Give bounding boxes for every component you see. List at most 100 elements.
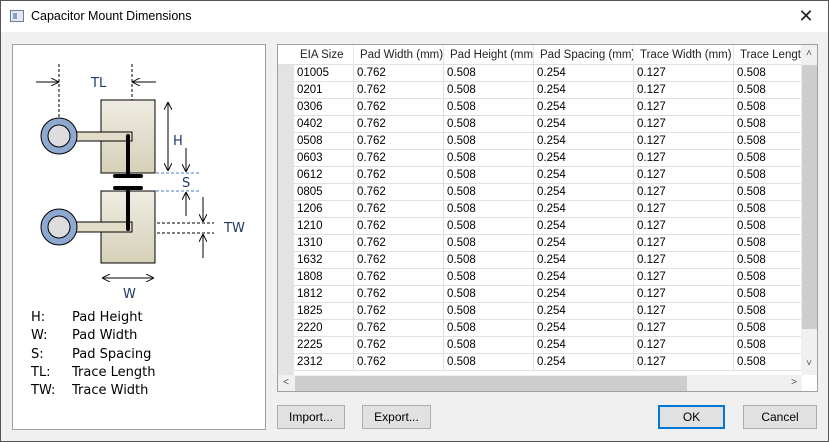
table-cell[interactable]: 0.762 <box>354 252 444 269</box>
column-header[interactable]: Pad Height (mm) <box>444 45 534 65</box>
table-cell[interactable]: 0.254 <box>534 320 634 337</box>
table-row[interactable]: 1825 0.762 0.508 0.254 0.127 0.508 <box>294 303 814 320</box>
table-cell[interactable]: 0.127 <box>634 235 734 252</box>
table-cell[interactable]: 1808 <box>294 269 354 286</box>
table-row[interactable]: 2220 0.762 0.508 0.254 0.127 0.508 <box>294 320 814 337</box>
table-cell[interactable]: 0.254 <box>534 286 634 303</box>
table-cell[interactable]: 0.762 <box>354 184 444 201</box>
table-row[interactable]: 1310 0.762 0.508 0.254 0.127 0.508 <box>294 235 814 252</box>
table-cell[interactable]: 1825 <box>294 303 354 320</box>
scroll-up-icon[interactable]: ˄ <box>801 48 817 59</box>
table-cell[interactable]: 0.127 <box>634 133 734 150</box>
table-cell[interactable]: 0.127 <box>634 337 734 354</box>
table-cell[interactable]: 0.127 <box>634 82 734 99</box>
table-cell[interactable]: 0.254 <box>534 133 634 150</box>
table-cell[interactable]: 0612 <box>294 167 354 184</box>
table-cell[interactable]: 0.762 <box>354 150 444 167</box>
table-cell[interactable]: 1206 <box>294 201 354 218</box>
table-cell[interactable]: 0.508 <box>444 286 534 303</box>
table-cell[interactable]: 0.254 <box>534 150 634 167</box>
table-cell[interactable]: 0.508 <box>444 201 534 218</box>
table-cell[interactable]: 0.254 <box>534 99 634 116</box>
table-cell[interactable]: 0.254 <box>534 184 634 201</box>
table-row[interactable]: 1812 0.762 0.508 0.254 0.127 0.508 <box>294 286 814 303</box>
table-cell[interactable]: 1210 <box>294 218 354 235</box>
table-cell[interactable]: 0.254 <box>534 218 634 235</box>
table-cell[interactable]: 0.508 <box>444 252 534 269</box>
table-cell[interactable]: 1812 <box>294 286 354 303</box>
table-cell[interactable]: 0.508 <box>444 184 534 201</box>
table-cell[interactable]: 0.127 <box>634 184 734 201</box>
table-row[interactable]: 0805 0.762 0.508 0.254 0.127 0.508 <box>294 184 814 201</box>
ok-button[interactable]: OK <box>658 405 725 429</box>
table-cell[interactable]: 0.254 <box>534 303 634 320</box>
table-cell[interactable]: 0.762 <box>354 320 444 337</box>
column-header[interactable]: Pad Spacing (mm) <box>534 45 634 65</box>
table-row[interactable]: 1808 0.762 0.508 0.254 0.127 0.508 <box>294 269 814 286</box>
table-row[interactable]: 01005 0.762 0.508 0.254 0.127 0.508 <box>294 65 814 82</box>
horizontal-scrollbar[interactable]: < > <box>278 375 802 391</box>
table-cell[interactable]: 0.508 <box>444 303 534 320</box>
table-cell[interactable]: 0.254 <box>534 252 634 269</box>
table-cell[interactable]: 0805 <box>294 184 354 201</box>
table-cell[interactable]: 0.508 <box>444 218 534 235</box>
table-cell[interactable]: 0.127 <box>634 286 734 303</box>
table-row[interactable]: 0603 0.762 0.508 0.254 0.127 0.508 <box>294 150 814 167</box>
table-cell[interactable]: 0.127 <box>634 116 734 133</box>
table-cell[interactable]: 0.508 <box>444 337 534 354</box>
table-row[interactable]: 0402 0.762 0.508 0.254 0.127 0.508 <box>294 116 814 133</box>
table-cell[interactable]: 0.762 <box>354 99 444 116</box>
vertical-scroll-thumb[interactable] <box>802 65 817 329</box>
table-cell[interactable]: 0.762 <box>354 167 444 184</box>
table-row[interactable]: 1210 0.762 0.508 0.254 0.127 0.508 <box>294 218 814 235</box>
table-cell[interactable]: 0.127 <box>634 354 734 371</box>
table-cell[interactable]: 0.762 <box>354 235 444 252</box>
table-cell[interactable]: 0.127 <box>634 65 734 82</box>
column-header[interactable]: Trace Width (mm) <box>634 45 734 65</box>
table-cell[interactable]: 0.127 <box>634 269 734 286</box>
table-cell[interactable]: 0.762 <box>354 82 444 99</box>
table-row[interactable]: 1206 0.762 0.508 0.254 0.127 0.508 <box>294 201 814 218</box>
table-cell[interactable]: 0.254 <box>534 82 634 99</box>
table-cell[interactable]: 0.254 <box>534 167 634 184</box>
table-cell[interactable]: 0.254 <box>534 337 634 354</box>
row-selector-column[interactable] <box>278 65 294 376</box>
table-cell[interactable]: 0.508 <box>444 320 534 337</box>
close-icon[interactable]: ✕ <box>784 1 828 32</box>
table-cell[interactable]: 0603 <box>294 150 354 167</box>
table-cell[interactable]: 0.508 <box>444 65 534 82</box>
table-cell[interactable]: 1632 <box>294 252 354 269</box>
table-cell[interactable]: 0.127 <box>634 167 734 184</box>
horizontal-scroll-thumb[interactable] <box>295 376 687 391</box>
column-header[interactable]: Pad Width (mm) <box>354 45 444 65</box>
table-cell[interactable]: 0306 <box>294 99 354 116</box>
import-button[interactable]: Import... <box>277 405 345 429</box>
table-cell[interactable]: 0.508 <box>444 167 534 184</box>
table-cell[interactable]: 0.508 <box>444 99 534 116</box>
cancel-button[interactable]: Cancel <box>743 405 817 429</box>
table-cell[interactable]: 0.127 <box>634 320 734 337</box>
table-cell[interactable]: 0.127 <box>634 99 734 116</box>
table-cell[interactable]: 0.762 <box>354 337 444 354</box>
vertical-scrollbar[interactable]: ˄ ˅ <box>801 45 817 375</box>
table-cell[interactable]: 0.127 <box>634 218 734 235</box>
table-cell[interactable]: 2225 <box>294 337 354 354</box>
table-cell[interactable]: 0.508 <box>444 116 534 133</box>
table-cell[interactable]: 0.127 <box>634 150 734 167</box>
table-cell[interactable]: 0.127 <box>634 303 734 320</box>
table-cell[interactable]: 0.508 <box>444 235 534 252</box>
table-cell[interactable]: 2220 <box>294 320 354 337</box>
table-cell[interactable]: 0.127 <box>634 252 734 269</box>
table-cell[interactable]: 01005 <box>294 65 354 82</box>
table-cell[interactable]: 0.762 <box>354 201 444 218</box>
table-cell[interactable]: 0.254 <box>534 116 634 133</box>
table-row[interactable]: 0612 0.762 0.508 0.254 0.127 0.508 <box>294 167 814 184</box>
column-header[interactable]: EIA Size <box>294 45 354 65</box>
table-cell[interactable]: 0.127 <box>634 201 734 218</box>
dimensions-table[interactable]: EIA Size Pad Width (mm) Pad Height (mm) Pad… <box>277 44 818 392</box>
table-row[interactable]: 2312 0.762 0.508 0.254 0.127 0.508 <box>294 354 814 371</box>
scroll-right-icon[interactable]: > <box>786 377 802 388</box>
export-button[interactable]: Export... <box>362 405 431 429</box>
table-row[interactable]: 0508 0.762 0.508 0.254 0.127 0.508 <box>294 133 814 150</box>
table-cell[interactable]: 0402 <box>294 116 354 133</box>
